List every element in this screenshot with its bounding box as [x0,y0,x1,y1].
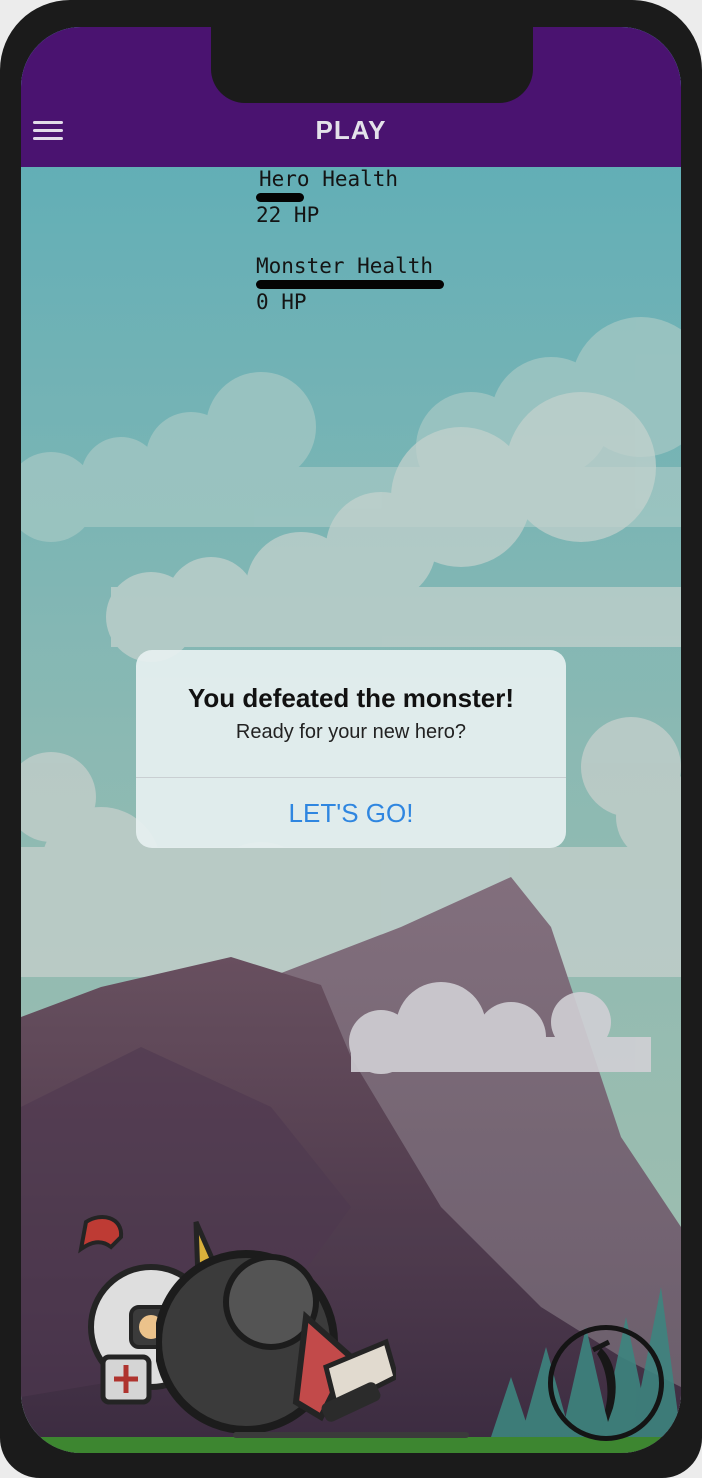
dialog-message: Ready for your new hero? [235,721,467,743]
victory-dialog: You defeated the monster! Ready for your… [136,650,566,848]
lets-go-button[interactable]: LET'S GO! [136,778,566,848]
home-indicator[interactable] [233,1432,469,1438]
device-notch [211,27,533,103]
phone-frame: Hero Health 22 HP Monster Health 0 HP Yo… [0,0,702,1478]
game-screen: Hero Health 22 HP Monster Health 0 HP Yo… [21,27,681,1453]
page-title: PLAY [315,115,387,145]
dialog-title: You defeated the monster! [187,683,514,713]
